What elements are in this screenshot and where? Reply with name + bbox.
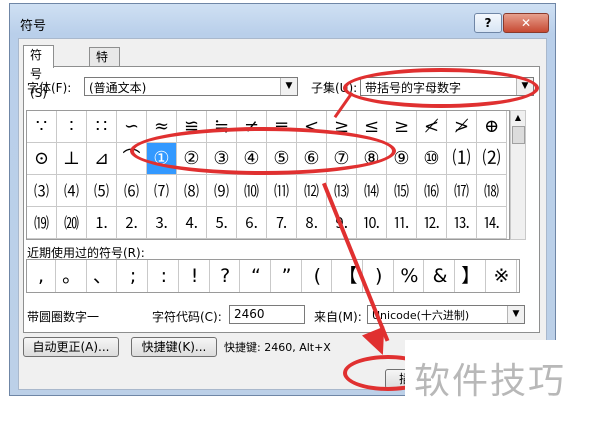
- help-button[interactable]: ?: [474, 13, 502, 33]
- recent-symbol-cell[interactable]: ): [365, 260, 394, 292]
- title-bar: 符号 ? ✕: [10, 4, 555, 38]
- shortcut-text: 快捷键: 2460, Alt+X: [224, 341, 331, 354]
- chevron-down-icon[interactable]: ▼: [507, 306, 524, 323]
- watermark-text: 软件技巧: [414, 361, 567, 402]
- tab-special-characters[interactable]: 特殊字符(P): [89, 47, 120, 140]
- recent-symbol-cell[interactable]: 。: [58, 260, 87, 292]
- recent-symbol-cell[interactable]: ※: [488, 260, 517, 292]
- recent-symbol-cell[interactable]: !: [181, 260, 210, 292]
- recent-symbol-cell[interactable]: 】: [457, 260, 486, 292]
- symbol-cell[interactable]: ⒂: [387, 175, 417, 207]
- symbol-cell[interactable]: ⒃: [417, 175, 447, 207]
- symbol-cell[interactable]: ≮: [417, 111, 447, 143]
- recent-symbol-cell[interactable]: ,: [27, 260, 56, 292]
- symbol-cell[interactable]: ⒑: [357, 207, 387, 239]
- symbol-cell[interactable]: ⑽: [237, 175, 267, 207]
- symbol-dialog: 符号 ? ✕ 符号(S) 特殊字符(P) 字体(F): (普通文本) ▼ 子集(…: [9, 3, 556, 396]
- symbol-cell[interactable]: ⊥: [57, 143, 87, 175]
- recent-symbol-cell[interactable]: :: [150, 260, 179, 292]
- symbol-cell[interactable]: ⒅: [477, 175, 507, 207]
- recent-symbol-cell[interactable]: 、: [88, 260, 118, 292]
- recent-symbol-cell[interactable]: &: [426, 260, 456, 292]
- scroll-thumb[interactable]: [512, 126, 525, 144]
- symbol-cell[interactable]: ⒓: [417, 207, 447, 239]
- symbol-cell[interactable]: ⑿: [297, 175, 327, 207]
- from-label: 来自(M):: [314, 310, 362, 324]
- autocorrect-button[interactable]: 自动更正(A)...: [23, 337, 119, 357]
- symbol-cell[interactable]: ⑼: [207, 175, 237, 207]
- symbol-cell[interactable]: ⒎: [267, 207, 297, 239]
- character-name: 带圆圈数字一: [27, 310, 100, 324]
- symbol-cell[interactable]: ≥: [387, 111, 417, 143]
- symbol-cell[interactable]: ⒈: [87, 207, 117, 239]
- symbol-cell[interactable]: ⑹: [117, 175, 147, 207]
- symbol-cell[interactable]: ⒍: [237, 207, 267, 239]
- from-select[interactable]: Unicode(十六进制) ▼: [367, 305, 525, 324]
- symbol-cell[interactable]: ⒇: [57, 207, 87, 239]
- symbol-cell[interactable]: ∽: [117, 111, 147, 143]
- symbol-cell[interactable]: ⑺: [147, 175, 177, 207]
- symbol-cell[interactable]: ⑶: [27, 175, 57, 207]
- recent-symbols: ,。、;:!? “”(【)% &】 ※: [26, 259, 520, 293]
- dialog-title: 符号: [20, 19, 47, 34]
- char-code-input[interactable]: 2460: [229, 305, 305, 324]
- symbol-cell[interactable]: ⑻: [177, 175, 207, 207]
- recent-symbol-cell[interactable]: ;: [119, 260, 149, 292]
- symbol-cell[interactable]: ∵: [27, 111, 57, 143]
- highlight-oval-subset: [343, 68, 539, 108]
- symbol-cell[interactable]: ⒔: [447, 207, 477, 239]
- font-value: (普通文本): [89, 81, 147, 95]
- highlight-oval-circled-numbers: [130, 127, 396, 175]
- symbol-cell[interactable]: ⒆: [27, 207, 57, 239]
- symbol-cell[interactable]: ≯: [447, 111, 477, 143]
- symbol-cell[interactable]: ⊿: [87, 143, 117, 175]
- symbol-cell[interactable]: ⊕: [477, 111, 507, 143]
- scroll-up-icon[interactable]: ▲: [511, 111, 525, 125]
- symbol-cell[interactable]: ∶: [57, 111, 87, 143]
- symbol-cell[interactable]: ⑩: [417, 143, 447, 175]
- symbol-cell[interactable]: ⑸: [87, 175, 117, 207]
- tab-symbols[interactable]: 符号(S): [23, 45, 54, 100]
- from-value: Unicode(十六进制): [372, 309, 470, 322]
- symbol-cell[interactable]: ⒒: [387, 207, 417, 239]
- symbol-cell[interactable]: ⑾: [267, 175, 297, 207]
- symbol-cell[interactable]: ⑷: [57, 175, 87, 207]
- recent-symbol-cell[interactable]: “: [242, 260, 271, 292]
- recent-symbol-cell[interactable]: ”: [273, 260, 302, 292]
- font-select[interactable]: (普通文本) ▼: [84, 77, 298, 96]
- symbol-cell[interactable]: ⒁: [357, 175, 387, 207]
- symbol-cell[interactable]: ⑵: [477, 143, 507, 175]
- symbol-cell[interactable]: ⒋: [177, 207, 207, 239]
- char-code-label: 字符代码(C):: [152, 310, 222, 324]
- symbol-cell[interactable]: ⊙: [27, 143, 57, 175]
- recent-symbol-cell[interactable]: (: [303, 260, 333, 292]
- symbol-cell[interactable]: ⒄: [447, 175, 477, 207]
- grid-scrollbar[interactable]: ▲: [510, 110, 526, 240]
- close-button[interactable]: ✕: [503, 13, 549, 33]
- shortcut-key-button[interactable]: 快捷键(K)...: [131, 337, 217, 357]
- symbol-cell[interactable]: ⑴: [447, 143, 477, 175]
- symbol-cell[interactable]: ⒊: [147, 207, 177, 239]
- symbol-cell[interactable]: ⒌: [207, 207, 237, 239]
- symbol-cell[interactable]: ⒉: [117, 207, 147, 239]
- recent-symbol-cell[interactable]: %: [395, 260, 425, 292]
- recent-symbol-cell[interactable]: ?: [211, 260, 241, 292]
- symbol-cell[interactable]: ⒏: [297, 207, 327, 239]
- symbol-cell[interactable]: ⒕: [477, 207, 507, 239]
- chevron-down-icon[interactable]: ▼: [280, 78, 297, 95]
- symbol-cell[interactable]: ∷: [87, 111, 117, 143]
